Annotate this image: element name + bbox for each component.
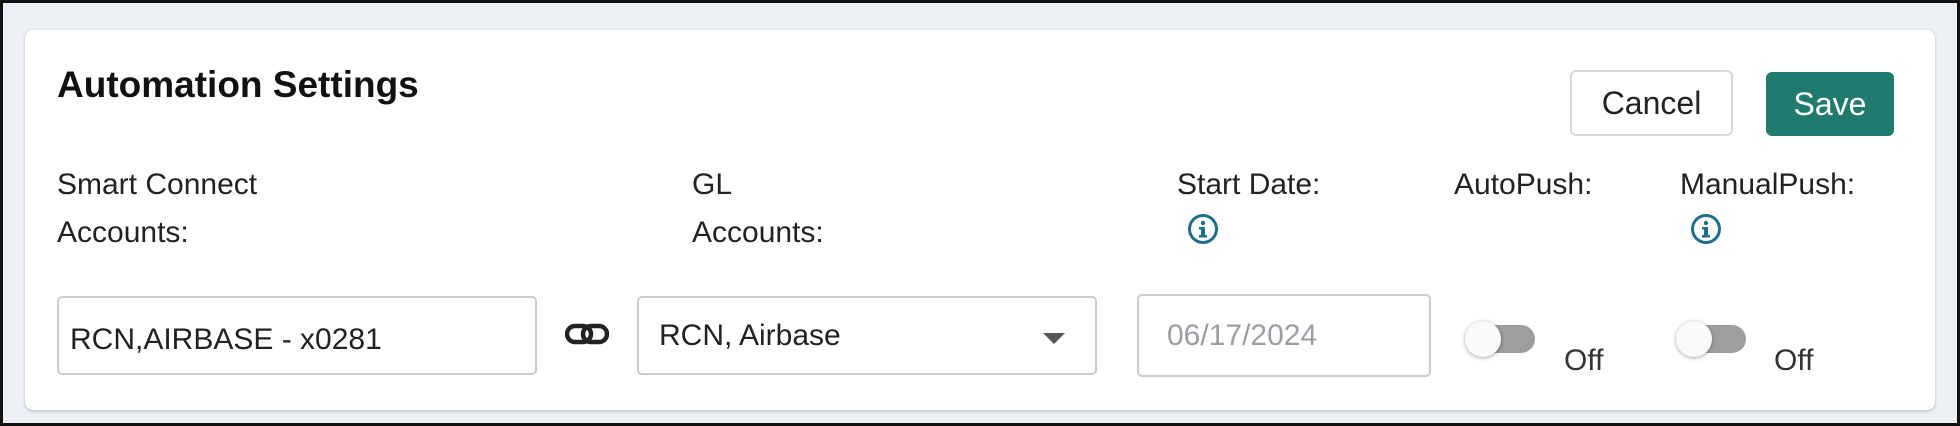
smart-connect-label-line2: Accounts: [57,216,189,249]
gl-accounts-label: GL Accounts: [692,161,824,257]
smart-connect-label-line1: Smart Connect [57,168,258,201]
app-frame: Automation Settings Cancel Save Smart Co… [0,0,1960,426]
gl-label-line2: Accounts: [692,216,824,249]
link-icon [565,323,609,345]
automation-settings-card: Automation Settings Cancel Save Smart Co… [25,30,1935,410]
manualpush-info-icon[interactable] [1690,213,1722,245]
manualpush-state-label: Off [1774,344,1814,377]
page-title: Automation Settings [57,64,419,105]
smart-connect-account-input[interactable]: RCN,AIRBASE - x0281 [57,296,537,375]
smart-connect-account-value: RCN,AIRBASE - x0281 [70,322,382,356]
manualpush-toggle[interactable] [1676,319,1748,359]
start-date-placeholder: 06/17/2024 [1167,318,1318,352]
manualpush-toggle-knob [1676,321,1712,357]
start-date-input[interactable]: 06/17/2024 [1137,294,1431,377]
autopush-toggle[interactable] [1465,319,1537,359]
autopush-state-label: Off [1564,344,1604,377]
start-date-label: Start Date: [1177,168,1321,201]
save-button[interactable]: Save [1766,72,1894,136]
gl-account-select[interactable]: RCN, Airbase [637,296,1097,375]
smart-connect-accounts-label: Smart Connect Accounts: [57,161,257,257]
autopush-toggle-knob [1465,321,1501,357]
gl-label-line1: GL [692,168,733,201]
manualpush-label: ManualPush: [1680,168,1856,201]
autopush-label: AutoPush: [1454,168,1593,201]
start-date-info-icon[interactable] [1187,213,1219,245]
caret-down-icon [1043,333,1065,344]
cancel-button[interactable]: Cancel [1570,70,1733,136]
gl-account-selected-value: RCN, Airbase [659,318,841,352]
